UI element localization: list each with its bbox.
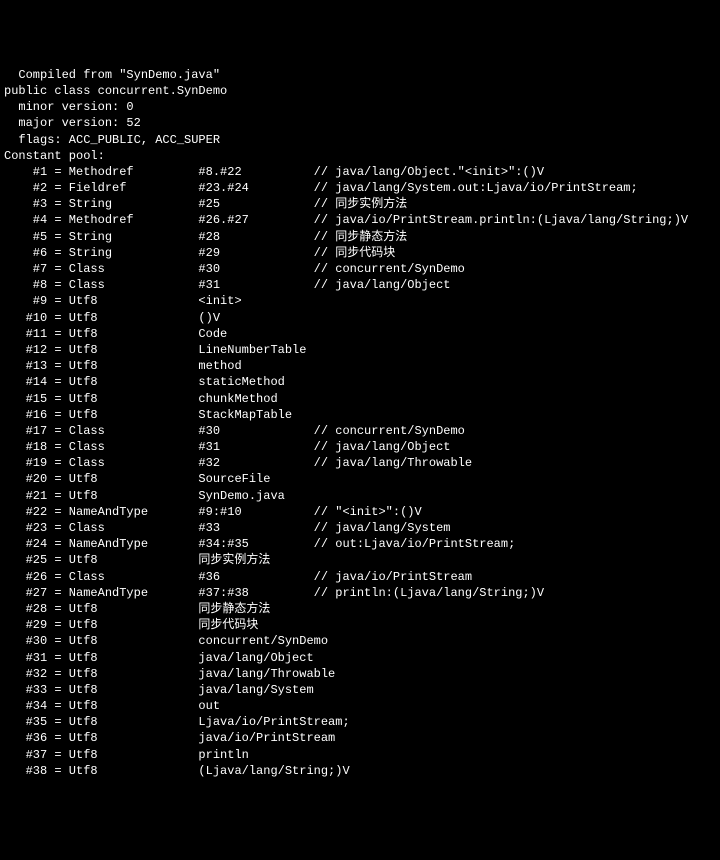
output-line: #35 = Utf8 Ljava/io/PrintStream;: [4, 714, 716, 730]
output-line: #8 = Class #31 // java/lang/Object: [4, 277, 716, 293]
output-line: #20 = Utf8 SourceFile: [4, 471, 716, 487]
output-line: #1 = Methodref #8.#22 // java/lang/Objec…: [4, 164, 716, 180]
output-line: Compiled from "SynDemo.java": [4, 67, 716, 83]
output-line: Constant pool:: [4, 148, 716, 164]
output-line: #13 = Utf8 method: [4, 358, 716, 374]
output-line: #11 = Utf8 Code: [4, 326, 716, 342]
output-line: #18 = Class #31 // java/lang/Object: [4, 439, 716, 455]
output-line: #7 = Class #30 // concurrent/SynDemo: [4, 261, 716, 277]
terminal-output: Compiled from "SynDemo.java"public class…: [4, 67, 716, 779]
output-line: #36 = Utf8 java/io/PrintStream: [4, 730, 716, 746]
output-line: #33 = Utf8 java/lang/System: [4, 682, 716, 698]
output-line: #2 = Fieldref #23.#24 // java/lang/Syste…: [4, 180, 716, 196]
output-line: minor version: 0: [4, 99, 716, 115]
output-line: #4 = Methodref #26.#27 // java/io/PrintS…: [4, 212, 716, 228]
output-line: #22 = NameAndType #9:#10 // "<init>":()V: [4, 504, 716, 520]
output-line: #3 = String #25 // 同步实例方法: [4, 196, 716, 212]
output-line: #25 = Utf8 同步实例方法: [4, 552, 716, 568]
output-line: flags: ACC_PUBLIC, ACC_SUPER: [4, 132, 716, 148]
output-line: #10 = Utf8 ()V: [4, 310, 716, 326]
output-line: #32 = Utf8 java/lang/Throwable: [4, 666, 716, 682]
output-line: #37 = Utf8 println: [4, 747, 716, 763]
output-line: #30 = Utf8 concurrent/SynDemo: [4, 633, 716, 649]
output-line: #15 = Utf8 chunkMethod: [4, 391, 716, 407]
output-line: #16 = Utf8 StackMapTable: [4, 407, 716, 423]
output-line: #21 = Utf8 SynDemo.java: [4, 488, 716, 504]
output-line: public class concurrent.SynDemo: [4, 83, 716, 99]
output-line: #27 = NameAndType #37:#38 // println:(Lj…: [4, 585, 716, 601]
output-line: #19 = Class #32 // java/lang/Throwable: [4, 455, 716, 471]
output-line: #17 = Class #30 // concurrent/SynDemo: [4, 423, 716, 439]
output-line: major version: 52: [4, 115, 716, 131]
output-line: #5 = String #28 // 同步静态方法: [4, 229, 716, 245]
output-line: #12 = Utf8 LineNumberTable: [4, 342, 716, 358]
output-line: #26 = Class #36 // java/io/PrintStream: [4, 569, 716, 585]
output-line: #28 = Utf8 同步静态方法: [4, 601, 716, 617]
output-line: #9 = Utf8 <init>: [4, 293, 716, 309]
output-line: #31 = Utf8 java/lang/Object: [4, 650, 716, 666]
output-line: #29 = Utf8 同步代码块: [4, 617, 716, 633]
output-line: #23 = Class #33 // java/lang/System: [4, 520, 716, 536]
output-line: #24 = NameAndType #34:#35 // out:Ljava/i…: [4, 536, 716, 552]
output-line: #34 = Utf8 out: [4, 698, 716, 714]
output-line: #38 = Utf8 (Ljava/lang/String;)V: [4, 763, 716, 779]
output-line: #6 = String #29 // 同步代码块: [4, 245, 716, 261]
output-line: #14 = Utf8 staticMethod: [4, 374, 716, 390]
